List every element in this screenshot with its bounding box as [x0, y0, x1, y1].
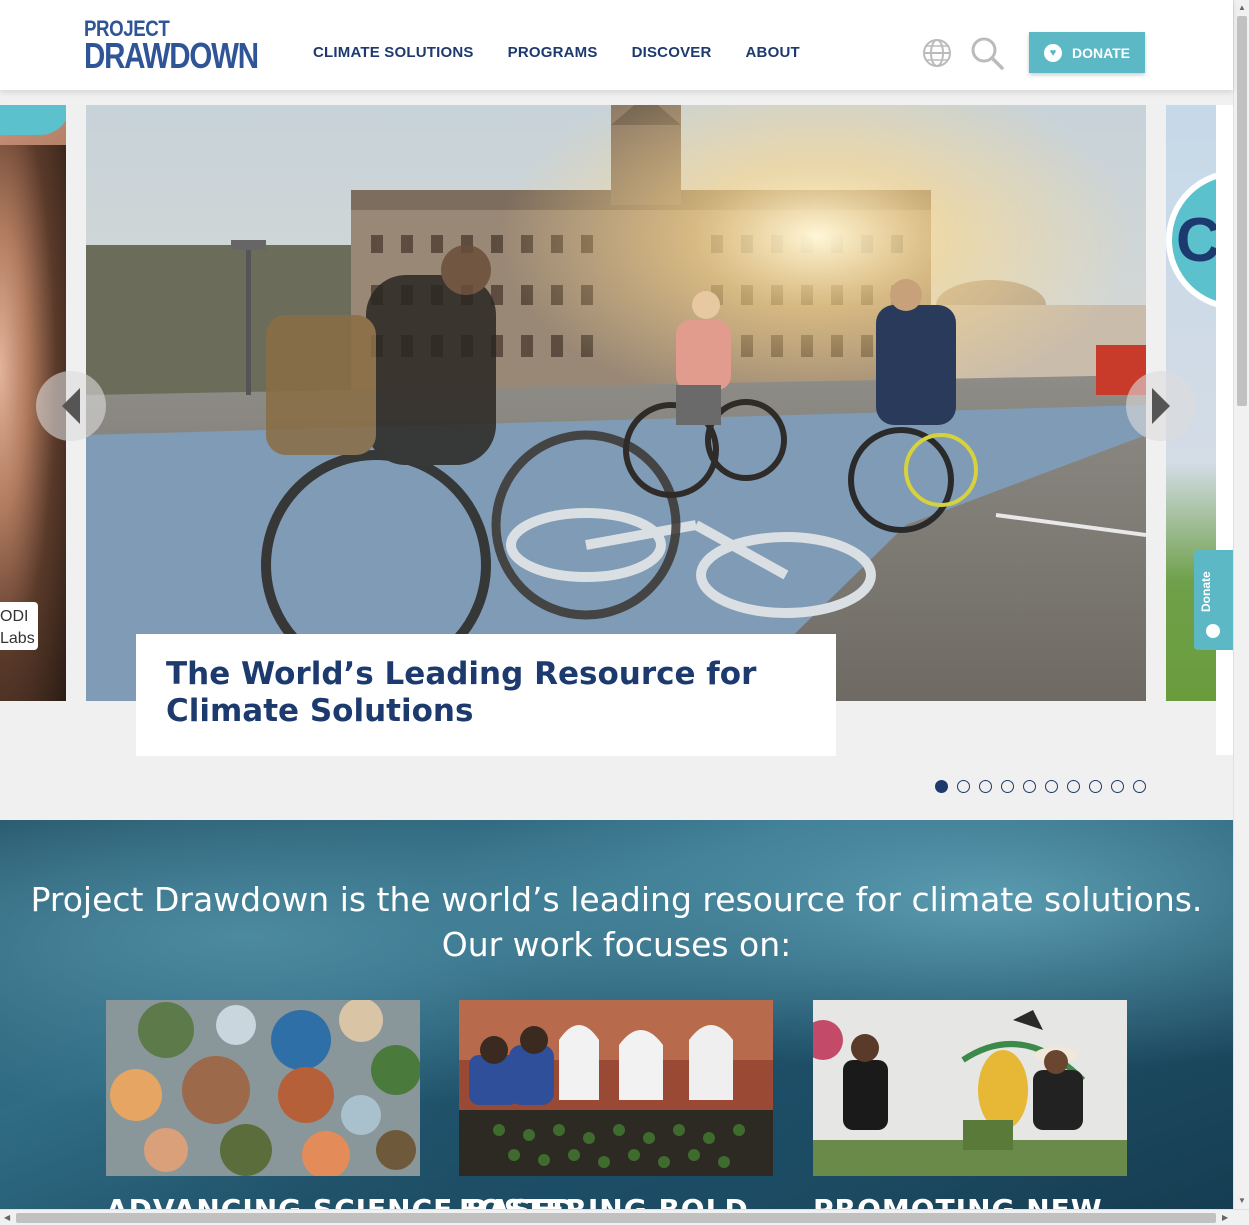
horizontal-scroll-thumb[interactable] — [16, 1213, 1216, 1223]
pagination-dot[interactable] — [1133, 780, 1146, 793]
scroll-right-icon[interactable]: ▶ — [1222, 1213, 1228, 1222]
pagination-dot[interactable] — [935, 780, 948, 793]
main-slide-image — [86, 105, 1146, 701]
donate-label: DONATE — [1071, 44, 1131, 61]
slide-caption[interactable]: The World’s Leading Resource for Climate… — [136, 634, 836, 756]
fostering-card-title[interactable]: FOSTERING BOLD — [459, 1192, 749, 1210]
badge-line-1: ODI — [0, 608, 29, 625]
slide-caption-title: The World’s Leading Resource for Climate… — [166, 656, 757, 729]
nav-programs[interactable]: PROGRAMS — [508, 44, 598, 61]
focus-section: Project Drawdown is the world’s leading … — [0, 820, 1233, 1210]
scroll-left-icon[interactable]: ◀ — [4, 1213, 10, 1222]
focus-heading-line-1: Project Drawdown is the world’s leading … — [30, 880, 1203, 919]
hero-carousel: ODI Labs C The World’s Leading Resource … — [0, 90, 1233, 820]
vertical-scroll-thumb[interactable] — [1237, 16, 1247, 406]
carousel-pagination — [935, 780, 1146, 793]
focus-heading-line-2: Our work focuses on: — [441, 924, 792, 964]
project-drawdown-logo[interactable]: PROJECT DRAWDOWN — [84, 18, 296, 74]
site-header: PROJECT DRAWDOWN CLIMATE SOLUTIONS PROGR… — [0, 0, 1233, 90]
side-donate-label: Donate — [1199, 571, 1213, 612]
horizontal-scrollbar[interactable]: ◀ ▶ — [0, 1209, 1249, 1225]
chevron-left-icon — [62, 388, 80, 424]
next-slide-button[interactable] — [1126, 371, 1196, 441]
pagination-dot[interactable] — [979, 780, 992, 793]
pagination-dot[interactable] — [1045, 780, 1058, 793]
vertical-scrollbar[interactable]: ▲ ▼ — [1233, 0, 1249, 1209]
logo-line-2: DRAWDOWN — [84, 35, 259, 76]
side-donate-tab[interactable]: Donate — [1194, 550, 1233, 650]
scroll-down-icon[interactable]: ▼ — [1238, 1196, 1246, 1205]
nav-about[interactable]: ABOUT — [746, 44, 800, 61]
badge-line-2: Labs — [0, 629, 35, 647]
prev-slide-button[interactable] — [36, 371, 106, 441]
focus-heading: Project Drawdown is the world’s leading … — [0, 878, 1233, 967]
heart-icon: ♥ — [1043, 43, 1062, 62]
promoting-card-title[interactable]: PROMOTING NEW — [813, 1192, 1103, 1210]
pagination-dot[interactable] — [1001, 780, 1014, 793]
donate-button[interactable]: ♥ DONATE — [1029, 32, 1145, 73]
nav-discover[interactable]: DISCOVER — [632, 44, 712, 61]
chevron-right-icon — [1152, 388, 1170, 424]
photo-collage — [106, 1000, 420, 1176]
pagination-dot[interactable] — [1089, 780, 1102, 793]
pagination-dot[interactable] — [1067, 780, 1080, 793]
science-card-image[interactable] — [106, 1000, 420, 1176]
slide-badge: ODI Labs — [0, 602, 38, 650]
promoting-card-image[interactable] — [813, 1000, 1127, 1176]
next-slide-text: CH — [1176, 206, 1216, 275]
nav-climate-solutions[interactable]: CLIMATE SOLUTIONS — [313, 44, 474, 61]
search-icon[interactable] — [969, 35, 1005, 71]
pagination-dot[interactable] — [1023, 780, 1036, 793]
heart-icon — [1206, 624, 1220, 638]
teal-arc-decoration — [0, 105, 66, 135]
students-planting-photo — [459, 1000, 773, 1176]
fostering-card-image[interactable] — [459, 1000, 773, 1176]
mural-conversation-photo — [813, 1000, 1127, 1176]
slide-gutter — [1216, 105, 1233, 755]
pagination-dot[interactable] — [1111, 780, 1124, 793]
pagination-dot[interactable] — [957, 780, 970, 793]
main-nav: CLIMATE SOLUTIONS PROGRAMS DISCOVER ABOU… — [313, 44, 800, 61]
cyclists-city-photo — [86, 105, 1146, 701]
globe-icon[interactable] — [921, 37, 953, 69]
scroll-up-icon[interactable]: ▲ — [1238, 3, 1246, 12]
